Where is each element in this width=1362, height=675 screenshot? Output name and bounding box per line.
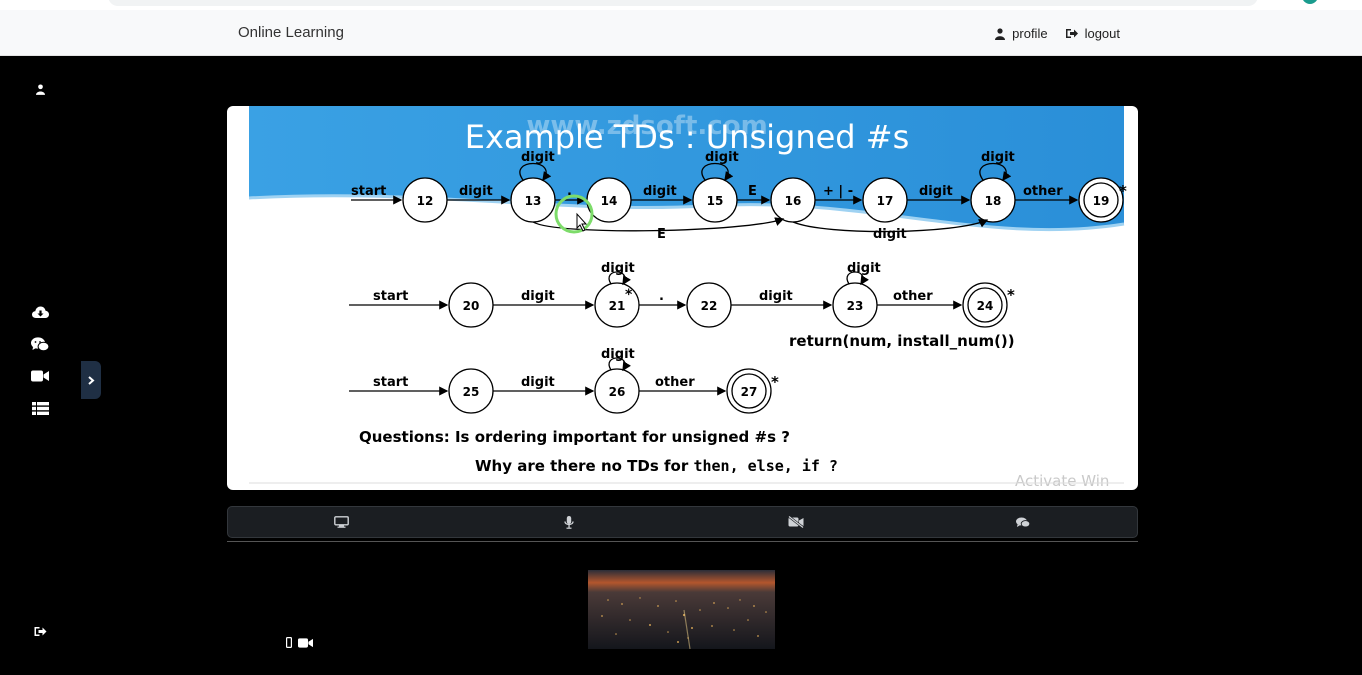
row1-start-label: start bbox=[351, 184, 386, 199]
loop-23-label: digit bbox=[847, 261, 881, 276]
state-19-star: * bbox=[1119, 182, 1127, 200]
edge-20-21-label: digit bbox=[521, 289, 555, 304]
loop-21-label: digit bbox=[601, 261, 635, 276]
edge-18-19-label: other bbox=[1023, 184, 1063, 199]
edge-16-18-label: digit bbox=[873, 227, 907, 242]
state-20: 20 bbox=[463, 299, 480, 313]
profile-label: profile bbox=[1012, 26, 1048, 41]
state-27: 27 bbox=[741, 385, 758, 399]
state-18: 18 bbox=[985, 194, 1002, 208]
video-icon[interactable] bbox=[30, 368, 50, 384]
state-25: 25 bbox=[463, 385, 480, 399]
browser-chrome-strip bbox=[0, 0, 1362, 10]
share-screen-button[interactable] bbox=[228, 507, 455, 537]
edge-14-15-label: digit bbox=[643, 184, 677, 199]
edge-22-23-label: digit bbox=[759, 289, 793, 304]
local-media-controls bbox=[286, 637, 313, 648]
edge-26-27-label: other bbox=[655, 375, 695, 390]
shared-screen-slide: www.zdsoft.com Example TDs : Unsigned #s… bbox=[227, 106, 1138, 490]
sidebar-sign-out-icon[interactable] bbox=[30, 623, 50, 639]
state-21: 21 bbox=[609, 299, 626, 313]
edge-15-16-label: E bbox=[748, 184, 757, 199]
row2-return-text: return(num, install_num()) bbox=[789, 332, 1015, 350]
list-icon[interactable] bbox=[30, 400, 50, 416]
chat-button[interactable] bbox=[910, 507, 1137, 537]
loop-15-label: digit bbox=[705, 150, 739, 165]
sidebar-toggle-button[interactable] bbox=[81, 361, 101, 399]
loop-13-label: digit bbox=[521, 150, 555, 165]
sidebar-user-icon[interactable] bbox=[30, 81, 50, 97]
browser-profile-icon[interactable] bbox=[1302, 0, 1318, 4]
row2-start-label: start bbox=[373, 289, 408, 304]
loop-18-label: digit bbox=[981, 150, 1015, 165]
top-navbar: Online Learning profile logout bbox=[0, 10, 1362, 56]
wechat-icon[interactable] bbox=[30, 336, 50, 352]
participant-video-thumbnail[interactable] bbox=[588, 570, 775, 649]
svg-text:Why are there no TDs for: Why are there no TDs for then, else, if … bbox=[475, 457, 838, 475]
profile-link[interactable]: profile bbox=[995, 26, 1048, 41]
mouse-cursor-icon bbox=[576, 212, 588, 232]
sign-out-icon bbox=[1065, 29, 1078, 38]
state-17: 17 bbox=[877, 194, 894, 208]
user-icon bbox=[995, 27, 1006, 40]
logout-link[interactable]: logout bbox=[1065, 26, 1120, 41]
state-16: 16 bbox=[785, 194, 802, 208]
chevron-right-icon bbox=[87, 375, 95, 385]
divider bbox=[227, 541, 1138, 542]
state-23: 23 bbox=[847, 299, 864, 313]
question-2-code: then, else, if ? bbox=[693, 457, 838, 475]
state-12: 12 bbox=[417, 194, 434, 208]
activate-windows-watermark: Activate Win bbox=[1015, 472, 1109, 490]
address-bar[interactable] bbox=[108, 0, 1258, 6]
state-14: 14 bbox=[601, 194, 618, 208]
state-21-star: * bbox=[625, 287, 633, 303]
edge-25-26-label: digit bbox=[521, 375, 555, 390]
call-controls-bar bbox=[227, 506, 1138, 538]
nav-links: profile logout bbox=[995, 26, 1120, 41]
loop-26-label: digit bbox=[601, 347, 635, 362]
local-video-icon[interactable] bbox=[298, 637, 313, 648]
microphone-icon bbox=[564, 515, 574, 529]
phone-icon[interactable] bbox=[286, 637, 292, 648]
video-off-icon bbox=[788, 516, 804, 528]
camera-toggle-button[interactable] bbox=[683, 507, 910, 537]
chat-icon bbox=[1016, 517, 1031, 527]
brand-title[interactable]: Online Learning bbox=[238, 24, 344, 41]
edge-21-22-label: . bbox=[659, 289, 664, 304]
microphone-button[interactable] bbox=[455, 507, 682, 537]
monitor-icon bbox=[334, 516, 350, 528]
edge-17-18-label: digit bbox=[919, 184, 953, 199]
state-27-star: * bbox=[771, 373, 779, 391]
state-24: 24 bbox=[977, 299, 994, 313]
state-13: 13 bbox=[525, 194, 542, 208]
question-1: Questions: Is ordering important for uns… bbox=[359, 428, 790, 446]
question-2-prefix: Why are there no TDs for bbox=[475, 457, 693, 475]
logout-label: logout bbox=[1084, 26, 1120, 41]
state-15: 15 bbox=[707, 194, 724, 208]
edge-12-13-label: digit bbox=[459, 184, 493, 199]
state-24-star: * bbox=[1007, 286, 1015, 304]
edge-13-16-label: E bbox=[657, 227, 666, 242]
edge-16-17-label: + | - bbox=[823, 184, 853, 199]
state-22: 22 bbox=[701, 299, 718, 313]
row3-start-label: start bbox=[373, 375, 408, 390]
state-26: 26 bbox=[609, 385, 626, 399]
state-19: 19 bbox=[1093, 194, 1110, 208]
edge-23-24-label: other bbox=[893, 289, 933, 304]
cloud-download-icon[interactable] bbox=[30, 304, 50, 320]
